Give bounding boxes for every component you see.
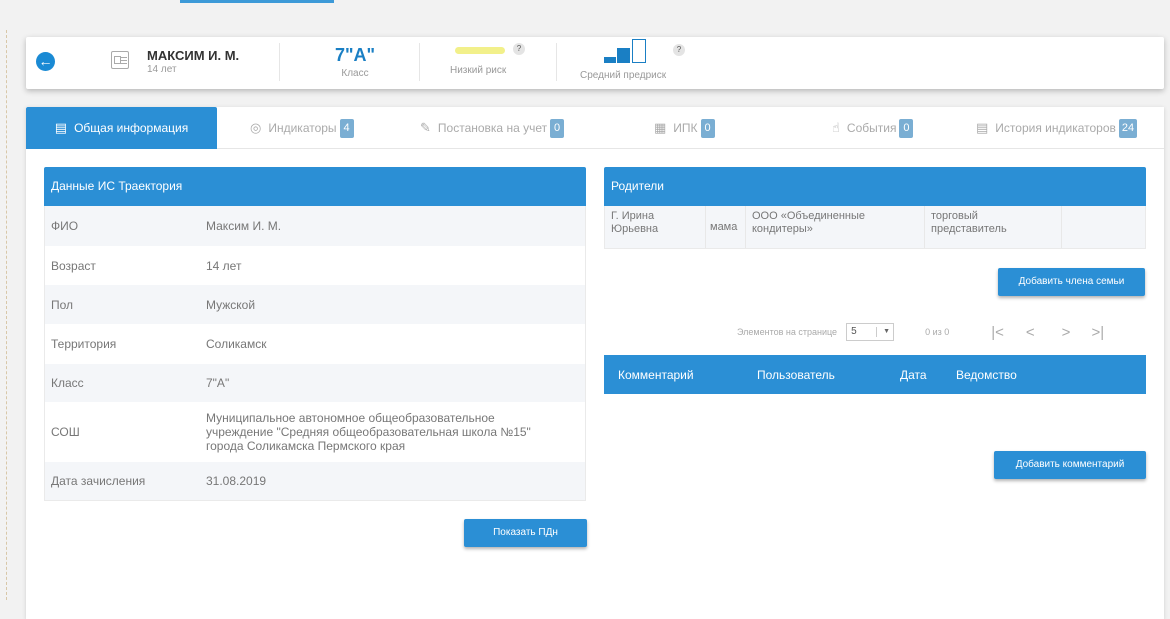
trajectory-data-panel: Данные ИС Траектория ФИО Максим И. М. Во…	[44, 167, 586, 501]
page-range: 0 из 0	[925, 327, 950, 337]
tab-label: Индикаторы	[268, 121, 337, 135]
tab-label: Общая информация	[74, 121, 189, 135]
per-page-select[interactable]: 5	[846, 323, 895, 341]
class-value: 7"А"	[334, 45, 376, 65]
risk-level-bar	[455, 47, 505, 54]
add-comment-button[interactable]: Добавить комментарий	[994, 451, 1146, 479]
risk-label: Низкий риск	[450, 65, 507, 76]
tab-label: ИПК	[673, 121, 698, 135]
column-header[interactable]: Пользователь	[757, 368, 835, 382]
student-name: МАКСИМ И. М.	[147, 48, 240, 63]
parent-name: Г. Ирина Юрьевна	[605, 206, 706, 248]
calendar-grid-icon: ▦	[654, 120, 667, 135]
parent-organization: ООО «Объединенные кондитеры»	[746, 206, 925, 248]
main-panel: ▤ Общая информация ◎ Индикаторы 4 ✎ Пост…	[26, 107, 1164, 619]
tab-events[interactable]: ☝ События 0	[832, 107, 914, 149]
tab-registration[interactable]: ✎ Постановка на учет 0	[420, 107, 565, 149]
next-page-button[interactable]: >	[1062, 324, 1071, 341]
tab-count-badge: 0	[899, 118, 914, 138]
row-value: 31.08.2019	[206, 474, 267, 488]
row-value: Соликамск	[206, 337, 267, 351]
back-arrow-icon[interactable]: ←	[36, 52, 55, 71]
prerisk-label: Средний предриск	[580, 70, 667, 81]
first-page-button[interactable]: |<	[991, 324, 1004, 341]
row-value: Муниципальное автономное общеобразовател…	[206, 411, 531, 453]
tab-label: События	[846, 121, 897, 135]
edit-icon: ✎	[420, 120, 431, 135]
parents-panel: Родители Г. Ирина Юрьевна мама ООО «Объе…	[604, 167, 1146, 249]
table-row: СОШ Муниципальное автономное общеобразов…	[45, 402, 585, 462]
tab-label: История индикаторов	[995, 121, 1116, 135]
row-value: Мужской	[206, 297, 256, 312]
risk-help-icon[interactable]: ?	[513, 43, 525, 55]
column-header[interactable]: Ведомство	[956, 368, 1017, 382]
tab-count-badge: 0	[700, 118, 715, 138]
divider	[279, 43, 280, 81]
divider	[556, 43, 557, 81]
class-label: Класс	[341, 68, 369, 79]
row-key: Пол	[51, 297, 74, 312]
last-page-button[interactable]: >|	[1091, 324, 1104, 341]
prerisk-bars-icon	[604, 39, 652, 63]
target-icon: ◎	[250, 120, 262, 135]
table-row: Дата зачисления 31.08.2019	[45, 462, 585, 500]
row-key: Дата зачисления	[51, 474, 146, 488]
per-page-label: Элементов на странице	[737, 327, 838, 337]
tab-count-badge: 0	[550, 118, 565, 138]
prev-page-button[interactable]: <	[1026, 324, 1035, 341]
row-value: Максим И. М.	[206, 219, 282, 233]
calendar-icon: ▤	[976, 120, 989, 135]
row-value: 14 лет	[206, 258, 242, 273]
add-family-member-button[interactable]: Добавить члена семьи	[998, 268, 1145, 296]
show-personal-data-button[interactable]: Показать ПДн	[464, 519, 587, 547]
parent-relation: мама	[706, 206, 746, 248]
tab-indicators[interactable]: ◎ Индикаторы 4	[250, 107, 354, 149]
table-row: Г. Ирина Юрьевна мама ООО «Объединенные …	[604, 206, 1146, 249]
divider	[419, 43, 420, 81]
parent-position: торговый представитель	[925, 206, 1062, 248]
table-row: Возраст 14 лет	[45, 246, 585, 285]
table-row: Территория Соликамск	[45, 324, 585, 364]
tab-bar: ▤ Общая информация ◎ Индикаторы 4 ✎ Пост…	[26, 107, 1164, 149]
hand-pointer-icon: ☝	[832, 120, 840, 135]
top-tab-indicator	[180, 0, 334, 3]
table-row: ФИО Максим И. М.	[45, 206, 585, 246]
column-header[interactable]: Комментарий	[618, 368, 694, 382]
tab-count-badge: 24	[1118, 118, 1138, 138]
tab-general-info[interactable]: ▤ Общая информация	[26, 107, 217, 149]
row-key: Класс	[51, 376, 84, 390]
comments-table-header: Комментарий Пользователь Дата Ведомство	[604, 355, 1146, 394]
info-table: ФИО Максим И. М. Возраст 14 лет Пол Мужс…	[44, 206, 586, 501]
tab-count-badge: 4	[339, 118, 354, 138]
row-key: Возраст	[51, 258, 96, 273]
table-row: Пол Мужской	[45, 285, 585, 324]
table-row: Класс 7"А"	[45, 364, 585, 402]
row-key: СОШ	[51, 425, 80, 439]
column-header[interactable]: Дата	[900, 368, 927, 382]
tab-ipk[interactable]: ▦ ИПК 0	[654, 107, 715, 149]
panel-title: Родители	[604, 167, 1146, 206]
row-key: ФИО	[51, 219, 79, 233]
id-card-icon: ▤	[54, 120, 68, 135]
parent-actions-cell	[1062, 206, 1145, 248]
pagination: Элементов на странице 5 0 из 0 |< < > >|	[737, 323, 1104, 341]
student-age: 14 лет	[147, 64, 177, 75]
row-key: Территория	[51, 337, 117, 351]
student-header: ← МАКСИМ И. М. 14 лет 7"А" Класс ? Низки…	[26, 37, 1164, 89]
row-value: 7"А"	[206, 376, 230, 390]
page-border	[6, 30, 7, 600]
tab-indicator-history[interactable]: ▤ История индикаторов 24	[976, 107, 1138, 149]
prerisk-help-icon[interactable]: ?	[673, 44, 685, 56]
profile-card-icon	[111, 51, 129, 69]
panel-title: Данные ИС Траектория	[44, 167, 586, 206]
tab-label: Постановка на учет	[437, 121, 548, 135]
